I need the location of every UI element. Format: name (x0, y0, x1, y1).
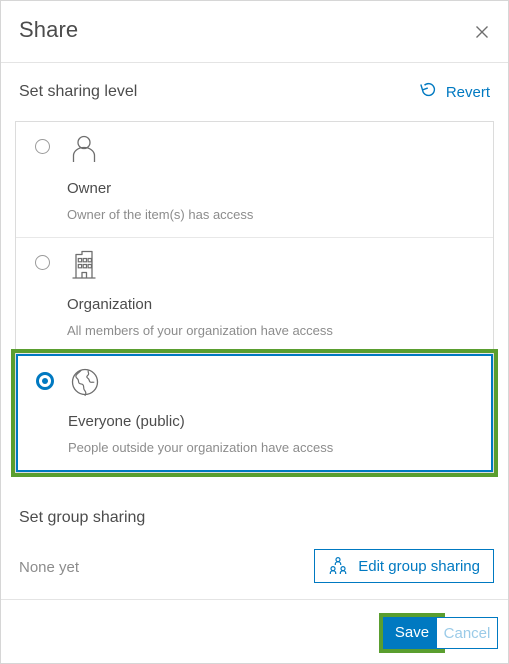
dialog-header: Share (1, 1, 508, 63)
page-title: Share (19, 17, 79, 42)
dialog-body: Set sharing level Revert Owner Owner of … (1, 63, 508, 599)
group-sharing-title: Set group sharing (19, 509, 146, 526)
edit-group-sharing-button[interactable]: Edit group sharing (314, 549, 494, 583)
dialog-footer: Save Cancel (1, 599, 508, 663)
save-button[interactable]: Save (383, 617, 441, 649)
sharing-option-owner[interactable]: Owner Owner of the item(s) has access (16, 122, 493, 238)
radio-owner[interactable] (35, 139, 50, 154)
sharing-option-description: All members of your organization have ac… (67, 323, 333, 338)
sharing-option-label: Everyone (public) (68, 413, 185, 430)
person-icon (67, 132, 101, 166)
sharing-option-everyone-public[interactable]: Everyone (public) People outside your or… (11, 349, 498, 477)
sharing-option-description: People outside your organization have ac… (68, 440, 334, 455)
radio-everyone-public[interactable] (36, 372, 54, 390)
group-sharing-empty-text: None yet (19, 559, 80, 576)
share-dialog: Share Set sharing level Revert Owner Own… (0, 0, 509, 664)
revert-circular-arrow-icon (419, 80, 438, 104)
revert-button[interactable]: Revert (419, 80, 490, 104)
sharing-option-label: Owner (67, 180, 112, 197)
cancel-button[interactable]: Cancel (436, 617, 498, 649)
edit-group-sharing-label: Edit group sharing (358, 557, 480, 575)
revert-label: Revert (445, 83, 490, 101)
sharing-level-list: Owner Owner of the item(s) has access Or… (11, 121, 498, 477)
sharing-level-header: Set sharing level Revert (1, 63, 508, 121)
globe-icon (68, 365, 102, 399)
sharing-level-title: Set sharing level (19, 83, 138, 100)
building-icon (67, 248, 101, 282)
radio-organization[interactable] (35, 255, 50, 270)
sharing-option-organization[interactable]: Organization All members of your organiz… (16, 238, 493, 354)
close-icon[interactable] (467, 17, 497, 47)
sharing-option-description: Owner of the item(s) has access (67, 207, 254, 222)
sharing-option-label: Organization (67, 296, 153, 313)
group-people-icon (328, 556, 348, 576)
